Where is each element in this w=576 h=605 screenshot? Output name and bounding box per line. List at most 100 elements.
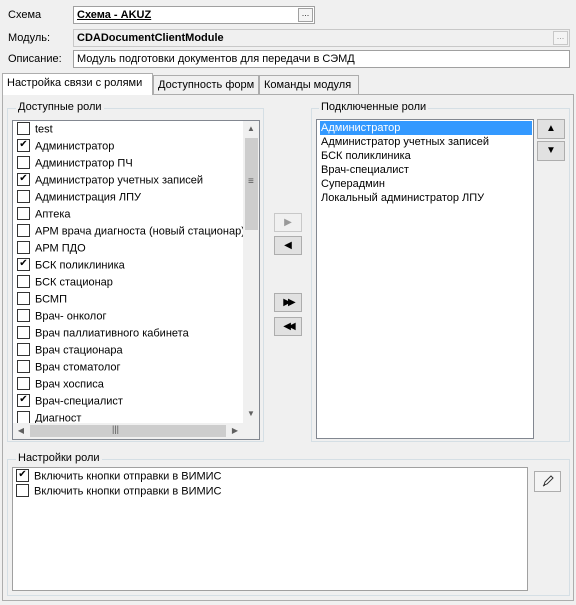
pencil-icon xyxy=(542,475,554,487)
checkbox[interactable] xyxy=(17,224,30,237)
checkbox[interactable] xyxy=(17,241,30,254)
checkbox[interactable] xyxy=(17,122,30,135)
list-item[interactable]: БСМП xyxy=(17,292,67,310)
move-down-button[interactable]: ▼ xyxy=(537,141,565,161)
schema-label: Схема xyxy=(8,9,42,21)
checkbox[interactable] xyxy=(17,360,30,373)
list-item[interactable]: БСК стационар xyxy=(17,275,113,293)
schema-field[interactable]: Схема - AKUZ xyxy=(73,6,315,24)
list-item-label: Врач стационара xyxy=(35,344,123,357)
checkbox[interactable]: ✔ xyxy=(16,469,29,482)
checkbox[interactable]: ✔ xyxy=(17,394,30,407)
tab-roles-label: Настройка связи с ролями xyxy=(7,77,143,89)
schema-browse-button[interactable]: ... xyxy=(298,8,313,22)
list-item-label: Администратор учетных записей xyxy=(35,174,204,187)
add-role-button[interactable]: ▶ xyxy=(274,213,302,232)
list-item[interactable]: Врач-специалист xyxy=(321,163,409,177)
checkbox[interactable] xyxy=(17,190,30,203)
vscroll-thumb[interactable]: ≡ xyxy=(245,138,258,230)
checkbox[interactable] xyxy=(16,484,29,497)
setting-item-label: Включить кнопки отправки в ВИМИС xyxy=(34,470,222,483)
available-roles-hscrollbar[interactable]: ◀ ||| ▶ xyxy=(13,423,243,439)
list-item[interactable]: АРМ врача диагноста (новый стационар) xyxy=(17,224,245,242)
description-label: Описание: xyxy=(8,53,62,65)
hgrip-icon: ||| xyxy=(112,424,120,434)
list-item[interactable]: ✔ Администратор xyxy=(17,139,114,157)
tab-forms[interactable]: Доступность форм xyxy=(153,75,259,95)
list-item[interactable]: Врач стоматолог xyxy=(17,360,121,378)
checkbox[interactable] xyxy=(17,292,30,305)
list-item-label: Врач-специалист xyxy=(35,395,123,408)
move-up-button[interactable]: ▲ xyxy=(537,119,565,139)
scroll-right-button[interactable]: ▶ xyxy=(227,423,243,439)
list-item[interactable]: АРМ ПДО xyxy=(17,241,86,259)
checkbox[interactable] xyxy=(17,156,30,169)
setting-item[interactable]: Включить кнопки отправки в ВИМИС xyxy=(16,484,222,502)
scroll-left-button[interactable]: ◀ xyxy=(13,423,29,439)
remove-role-button[interactable]: ◀ xyxy=(274,236,302,255)
list-item[interactable]: БСК поликлиника xyxy=(321,149,411,163)
remove-all-roles-button[interactable]: ◀◀ xyxy=(274,317,302,336)
scroll-up-button[interactable]: ▲ xyxy=(243,121,259,137)
description-value: Модуль подготовки документов для передач… xyxy=(77,53,355,65)
hscroll-thumb[interactable]: ||| xyxy=(30,424,226,437)
schema-value: Схема - AKUZ xyxy=(77,9,152,21)
checkbox[interactable] xyxy=(17,207,30,220)
list-item-label: БСК стационар xyxy=(35,276,113,289)
list-item-label: Врач хосписа xyxy=(35,378,104,391)
module-field: CDADocumentClientModule xyxy=(73,29,570,47)
role-settings-title: Настройки роли xyxy=(16,452,102,464)
list-item[interactable]: Администратор учетных записей xyxy=(321,135,489,149)
edit-settings-button[interactable] xyxy=(534,471,561,492)
list-item[interactable]: Аптека xyxy=(17,207,71,225)
checkbox[interactable] xyxy=(17,326,30,339)
module-browse-button: ... xyxy=(553,31,568,45)
list-item-label: Врач- онколог xyxy=(35,310,107,323)
available-roles-list[interactable]: test ✔ Администратор Администратор ПЧ ✔ Админ… xyxy=(12,120,260,440)
list-item-label: Администрация ЛПУ xyxy=(35,191,142,204)
list-item-label: test xyxy=(35,123,53,136)
checkbox[interactable]: ✔ xyxy=(17,139,30,152)
list-item[interactable]: Администрация ЛПУ xyxy=(17,190,142,208)
available-roles-title: Доступные роли xyxy=(16,101,104,113)
add-all-roles-button[interactable]: ▶▶ xyxy=(274,293,302,312)
list-item[interactable]: Врач паллиативного кабинета xyxy=(17,326,189,344)
list-item[interactable]: Суперадмин xyxy=(321,177,385,191)
checkbox[interactable] xyxy=(17,343,30,356)
checkbox[interactable] xyxy=(17,377,30,390)
role-settings-list[interactable]: ✔ Включить кнопки отправки в ВИМИС Включит… xyxy=(12,467,528,591)
list-item-label: Аптека xyxy=(35,208,71,221)
tab-commands[interactable]: Команды модуля xyxy=(259,75,359,95)
list-item-label: БСК поликлиника xyxy=(35,259,125,272)
tab-roles[interactable]: Настройка связи с ролями xyxy=(2,73,153,95)
grip-icon: ≡ xyxy=(248,176,254,187)
list-item[interactable]: test xyxy=(17,122,53,140)
list-item-label: АРМ врача диагноста (новый стационар) xyxy=(35,225,245,238)
description-field[interactable]: Модуль подготовки документов для передач… xyxy=(73,50,570,68)
list-item[interactable]: ✔ Врач-специалист xyxy=(17,394,123,412)
setting-item-label: Включить кнопки отправки в ВИМИС xyxy=(34,485,222,498)
scroll-corner xyxy=(243,423,259,439)
list-item-label: БСМП xyxy=(35,293,67,306)
list-item[interactable]: Врач- онколог xyxy=(17,309,107,327)
arrow-up-icon: ▲ xyxy=(546,123,556,134)
connected-roles-list[interactable]: Администратор Администратор учетных запис… xyxy=(316,119,534,439)
list-item-label: Администратор ПЧ xyxy=(35,157,133,170)
list-item[interactable]: Администратор ПЧ xyxy=(17,156,133,174)
list-item[interactable]: ✔ Администратор учетных записей xyxy=(17,173,204,191)
list-item[interactable]: Администратор xyxy=(320,121,532,135)
checkbox[interactable]: ✔ xyxy=(17,258,30,271)
list-item[interactable]: Врач стационара xyxy=(17,343,123,361)
scroll-down-button[interactable]: ▼ xyxy=(243,406,259,422)
list-item[interactable]: Врач хосписа xyxy=(17,377,104,395)
list-item[interactable]: Локальный администратор ЛПУ xyxy=(321,191,484,205)
list-item-label: АРМ ПДО xyxy=(35,242,86,255)
list-item[interactable]: ✔ БСК поликлиника xyxy=(17,258,125,276)
list-item-label: Врач паллиативного кабинета xyxy=(35,327,189,340)
checkbox[interactable] xyxy=(17,309,30,322)
checkbox[interactable]: ✔ xyxy=(17,173,30,186)
checkbox[interactable] xyxy=(17,275,30,288)
module-value: CDADocumentClientModule xyxy=(77,32,224,44)
connected-roles-title: Подключенные роли xyxy=(319,101,429,113)
available-roles-vscrollbar[interactable]: ▲ ≡ ▼ xyxy=(243,121,259,423)
